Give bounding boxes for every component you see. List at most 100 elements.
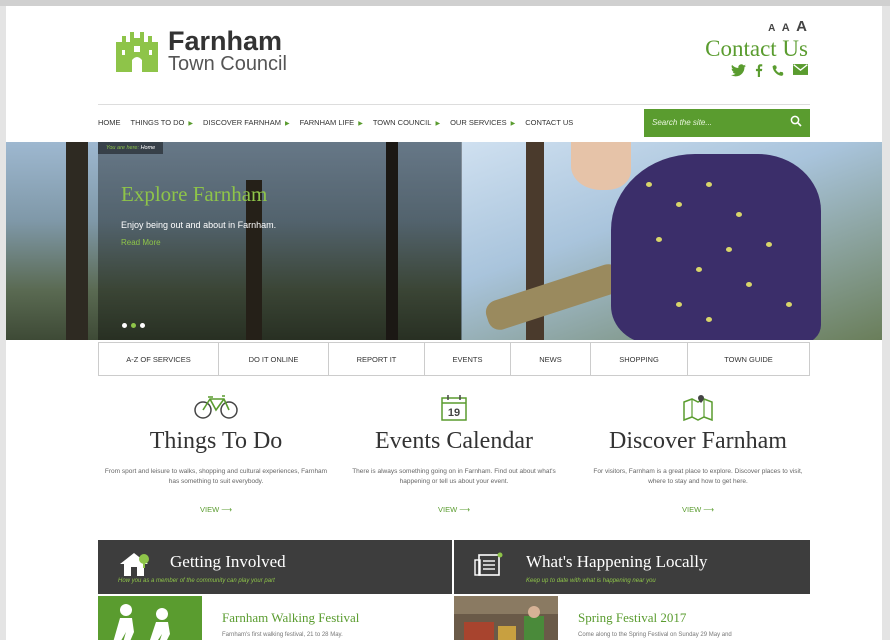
hero-image-tree — [66, 142, 88, 340]
twitter-icon[interactable] — [731, 64, 746, 77]
calendar-icon: 19 — [441, 395, 467, 421]
hero-slider: You are here: Home Explore Farnham Enjoy… — [6, 142, 882, 340]
breadcrumb-prefix: You are here: — [106, 145, 140, 151]
panel-subtitle: How you as a member of the community can… — [118, 578, 275, 584]
feature-title[interactable]: Discover Farnham — [580, 428, 816, 455]
nav-item-town-council[interactable]: TOWN COUNCIL ▶ — [373, 118, 440, 127]
scarf-dot — [786, 302, 792, 307]
feature-discover-farnham: Discover Farnham For visitors, Farnham i… — [580, 394, 816, 514]
nav-item-home[interactable]: HOME — [98, 118, 121, 127]
breadcrumb: You are here: Home — [98, 142, 164, 154]
breadcrumb-home-link[interactable]: Home — [141, 145, 156, 151]
scarf-dot — [646, 182, 652, 187]
nav-item-farnham-life[interactable]: FARNHAM LIFE ▶ — [300, 118, 363, 127]
search-icon[interactable] — [790, 115, 802, 127]
nav-item-label: OUR SERVICES — [450, 118, 507, 127]
news-item[interactable]: Farnham Walking Festival Farnham's first… — [98, 594, 452, 640]
font-size-medium-button[interactable]: A — [782, 22, 791, 34]
nav-item-label: TOWN COUNCIL — [372, 118, 432, 127]
read-more-link[interactable]: Read More — [121, 238, 161, 247]
castle-icon — [116, 32, 158, 72]
news-text: Farnham's first walking festival, 21 to … — [222, 632, 343, 638]
bicycle-icon — [194, 395, 238, 419]
main-navigation: HOME THINGS TO DO ▶ DISCOVER FARNHAM ▶ FAR… — [98, 104, 810, 140]
nav-item-contact-us[interactable]: CONTACT US — [525, 118, 573, 127]
spring-festival-image — [454, 596, 558, 640]
panel-whats-happening[interactable]: What's Happening Locally Keep up to date… — [454, 540, 810, 594]
slider-dots — [122, 323, 145, 328]
feature-text: For visitors, Farnham is a great place t… — [593, 468, 803, 485]
service-events[interactable]: EVENTS — [425, 343, 511, 375]
scarf-dot — [696, 267, 702, 272]
phone-icon[interactable] — [772, 64, 784, 77]
feature-text: From sport and leisure to walks, shoppin… — [104, 468, 328, 485]
logo-subtitle: Town Council — [168, 53, 287, 75]
nav-item-label: THINGS TO DO — [130, 118, 185, 127]
feature-title[interactable]: Things To Do — [98, 428, 334, 455]
contact-us-heading[interactable]: Contact Us — [705, 36, 808, 62]
services-bar: A-Z OF SERVICES DO IT ONLINE REPORT IT E… — [98, 342, 810, 376]
scarf-dot — [706, 317, 712, 322]
scarf-dot — [736, 212, 742, 217]
news-item[interactable]: Spring Festival 2017 Come along to the S… — [454, 594, 810, 640]
service-shopping[interactable]: SHOPPING — [591, 343, 688, 375]
nav-item-things-to-do[interactable]: THINGS TO DO ▶ — [131, 118, 194, 127]
search-input[interactable]: Search the site... — [644, 109, 810, 137]
nav-item-label: DISCOVER FARNHAM — [203, 118, 281, 127]
font-size-controls: A A A — [768, 18, 808, 36]
caret-right-icon: ▶ — [510, 121, 516, 127]
hero-image-scarf — [611, 154, 821, 340]
caret-right-icon: ▶ — [358, 121, 363, 127]
scarf-dot — [656, 237, 662, 242]
caret-right-icon: ▶ — [284, 121, 290, 127]
facebook-icon[interactable] — [755, 64, 763, 77]
feature-title[interactable]: Events Calendar — [336, 428, 572, 455]
service-report-it[interactable]: REPORT IT — [329, 343, 425, 375]
panel-getting-involved[interactable]: Getting Involved How you as a member of … — [98, 540, 452, 594]
caret-right-icon: ▶ — [188, 121, 194, 127]
news-title[interactable]: Farnham Walking Festival — [222, 610, 359, 626]
service-do-it-online[interactable]: DO IT ONLINE — [219, 343, 329, 375]
search-placeholder: Search the site... — [652, 118, 713, 127]
social-links — [731, 64, 808, 77]
hero-image-face — [571, 142, 631, 190]
nav-item-label: FARNHAM LIFE — [299, 118, 355, 127]
view-link[interactable]: VIEW ⟶ — [336, 505, 572, 514]
hero-subtitle: Enjoy being out and about in Farnham. — [121, 220, 277, 230]
caret-right-icon: ▶ — [435, 121, 441, 127]
scarf-dot — [676, 202, 682, 207]
panel-title: Getting Involved — [170, 552, 286, 571]
newspaper-icon — [474, 552, 503, 576]
font-size-large-button[interactable]: A — [796, 18, 808, 35]
service-town-guide[interactable]: TOWN GUIDE — [688, 343, 809, 375]
service-news[interactable]: NEWS — [511, 343, 591, 375]
page: Farnham Town Council A A A Contact Us HO… — [6, 6, 882, 640]
view-link[interactable]: VIEW ⟶ — [580, 505, 816, 514]
logo-title: Farnham — [168, 26, 283, 56]
view-link[interactable]: VIEW ⟶ — [98, 505, 334, 514]
feature-events-calendar: 19 Events Calendar There is always somet… — [336, 394, 572, 514]
email-icon[interactable] — [793, 64, 808, 75]
slider-dot[interactable] — [140, 323, 145, 328]
hero-title: Explore Farnham — [121, 182, 268, 206]
walking-festival-image — [98, 596, 202, 640]
site-logo[interactable]: Farnham Town Council — [114, 28, 287, 74]
news-title[interactable]: Spring Festival 2017 — [578, 610, 686, 626]
slider-dot[interactable] — [122, 323, 127, 328]
news-text: Come along to the Spring Festival on Sun… — [578, 632, 732, 638]
nav-item-discover-farnham[interactable]: DISCOVER FARNHAM ▶ — [203, 118, 290, 127]
nav-item-our-services[interactable]: OUR SERVICES ▶ — [450, 118, 515, 127]
font-size-small-button[interactable]: A — [768, 23, 776, 34]
scarf-dot — [766, 242, 772, 247]
calendar-day: 19 — [448, 407, 460, 419]
scarf-dot — [726, 247, 732, 252]
panel-title: What's Happening Locally — [526, 552, 708, 571]
scarf-dot — [706, 182, 712, 187]
scarf-dot — [746, 282, 752, 287]
feature-text: There is always something going on in Fa… — [352, 468, 556, 485]
feature-things-to-do: Things To Do From sport and leisure to w… — [98, 394, 334, 514]
panel-subtitle: Keep up to date with what is happening n… — [526, 578, 656, 584]
house-icon — [120, 553, 149, 576]
service-az-services[interactable]: A-Z OF SERVICES — [99, 343, 219, 375]
slider-dot-active[interactable] — [131, 323, 136, 328]
